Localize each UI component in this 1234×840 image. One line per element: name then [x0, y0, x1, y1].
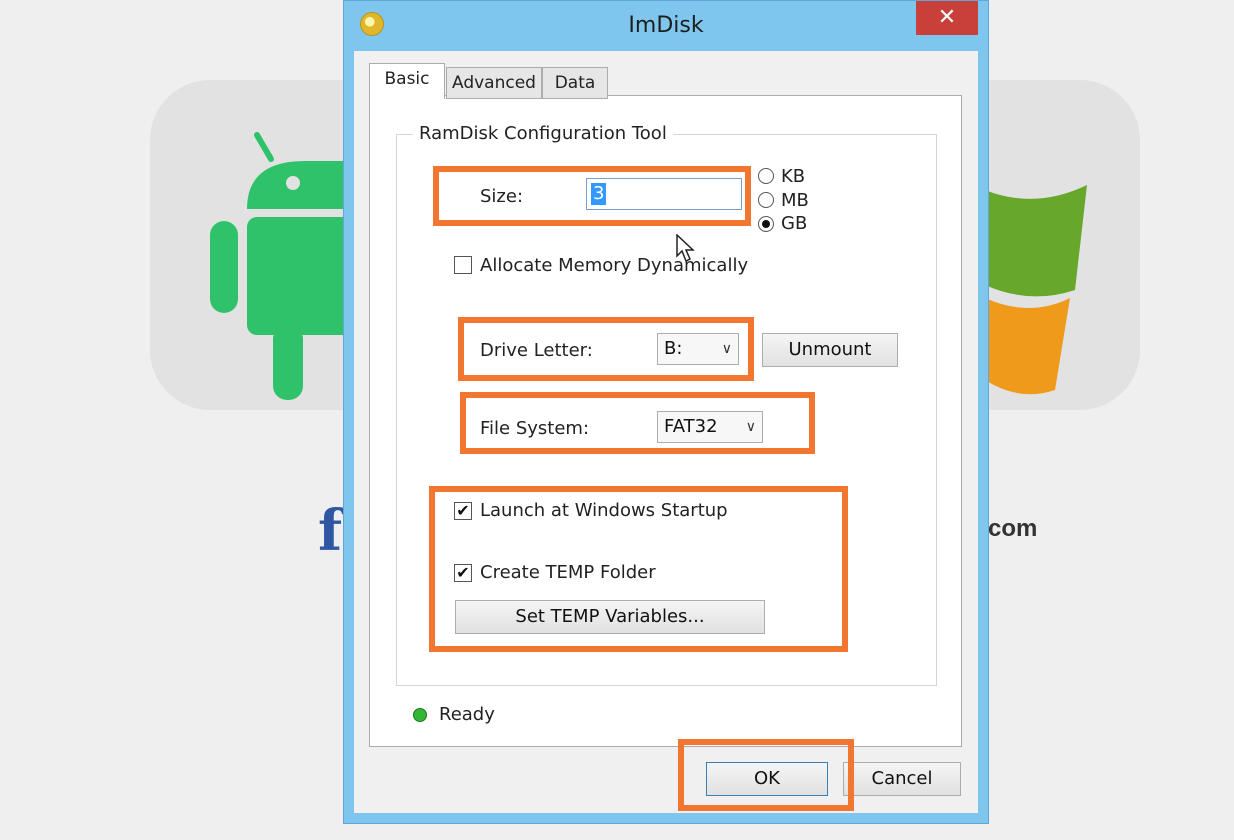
status-indicator-icon — [413, 708, 427, 722]
unit-gb-label: GB — [781, 213, 808, 234]
highlight-drive-letter — [458, 317, 754, 381]
highlight-size — [433, 166, 751, 226]
unit-kb-label: KB — [781, 166, 806, 187]
allocate-memory-checkbox[interactable] — [454, 256, 472, 274]
highlight-ok — [678, 739, 854, 811]
unmount-button[interactable]: Unmount — [762, 333, 898, 367]
allocate-memory-label: Allocate Memory Dynamically — [480, 255, 749, 276]
group-title: RamDisk Configuration Tool — [413, 123, 673, 144]
close-button[interactable]: ✕ — [916, 1, 978, 35]
cancel-button[interactable]: Cancel — [843, 762, 961, 796]
mouse-cursor-icon — [676, 234, 695, 263]
tab-data[interactable]: Data — [542, 67, 608, 99]
status-text: Ready — [439, 704, 495, 725]
highlight-file-system — [460, 392, 815, 454]
unit-gb-radio[interactable] — [758, 216, 774, 232]
unit-kb-radio[interactable] — [758, 168, 774, 184]
windows-logo-icon — [985, 185, 1087, 395]
android-logo-icon — [210, 132, 355, 400]
background-f-mark: f — [318, 498, 343, 564]
highlight-startup-temp — [429, 486, 848, 652]
window-title: ImDisk — [628, 13, 704, 38]
unit-mb-label: MB — [781, 190, 809, 211]
background-com-text: com — [988, 515, 1038, 542]
tab-advanced[interactable]: Advanced — [446, 67, 542, 99]
tab-basic[interactable]: Basic — [369, 63, 445, 99]
unit-mb-radio[interactable] — [758, 192, 774, 208]
